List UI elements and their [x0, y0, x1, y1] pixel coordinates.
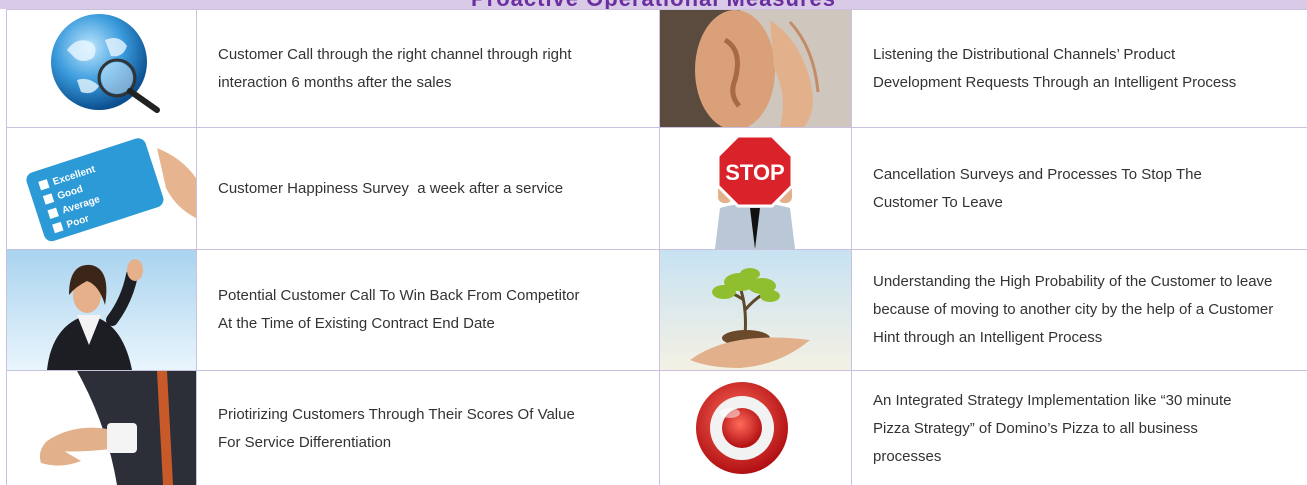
text-line: processes	[873, 448, 942, 465]
grid-line	[6, 9, 1307, 10]
measure-text: Potential Customer Call To Win Back From…	[218, 282, 580, 338]
measure-text: An Integrated Strategy Implementation li…	[873, 387, 1232, 471]
table-header: Proactive Operational Measures	[0, 0, 1307, 9]
measure-text: Understanding the High Probability of th…	[873, 268, 1273, 352]
grid-line	[851, 9, 852, 485]
text-line: Understanding the High Probability of th…	[873, 273, 1273, 290]
text-line: interaction 6 months after the sales	[218, 74, 452, 91]
text-line: Priotirizing Customers Through Their Sco…	[218, 406, 575, 423]
waving-woman-icon	[7, 250, 196, 370]
measure-text: Cancellation Surveys and Processes To St…	[873, 161, 1202, 217]
text-line: Development Requests Through an Intellig…	[873, 74, 1237, 91]
text-line: Customer Happiness Survey a week after a…	[218, 180, 564, 197]
handshake-icon	[7, 371, 196, 485]
text-line: Listening the Distributional Channels’ P…	[873, 46, 1176, 63]
header-title: Proactive Operational Measures	[0, 0, 1307, 9]
target-icon	[660, 371, 851, 485]
grid-line	[196, 9, 197, 485]
text-line: Pizza Strategy” of Domino’s Pizza to all…	[873, 420, 1198, 437]
grid-line	[6, 249, 1307, 250]
grid-line	[6, 370, 1307, 371]
listening-ear-icon	[660, 10, 851, 127]
text-line: An Integrated Strategy Implementation li…	[873, 392, 1232, 409]
text-line: Customer Call through the right channel …	[218, 46, 572, 63]
text-line: Customer To Leave	[873, 194, 1003, 211]
survey-card-icon: Excellent Good Average Poor	[7, 128, 196, 249]
measure-text: Customer Call through the right channel …	[218, 41, 572, 97]
grid-line	[6, 127, 1307, 128]
text-line: At the Time of Existing Contract End Dat…	[218, 315, 495, 332]
measure-text: Listening the Distributional Channels’ P…	[873, 41, 1236, 97]
text-line: For Service Differentiation	[218, 434, 392, 451]
plant-in-hands-icon	[660, 250, 851, 370]
text-line: Potential Customer Call To Win Back From…	[218, 287, 580, 304]
globe-magnifier-icon	[7, 10, 196, 127]
stop-sign-text: STOP	[725, 160, 785, 185]
text-line: Hint through an Intelligent Process	[873, 329, 1103, 346]
measure-text: Customer Happiness Survey a week after a…	[218, 175, 563, 203]
stop-sign-icon: STOP	[660, 128, 851, 249]
text-line: because of moving to another city by the…	[873, 301, 1274, 318]
text-line: Cancellation Surveys and Processes To St…	[873, 166, 1202, 183]
measure-text: Priotirizing Customers Through Their Sco…	[218, 401, 575, 457]
measures-table: Customer Call through the right channel …	[6, 9, 1307, 485]
